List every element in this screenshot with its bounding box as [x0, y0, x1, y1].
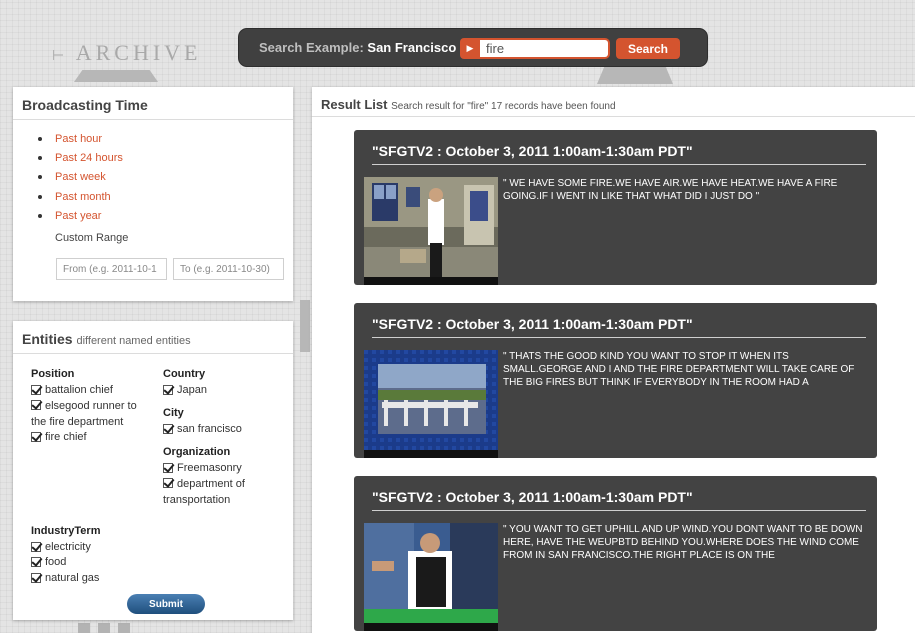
entities-subtitle: different named entities — [76, 335, 191, 347]
submit-button[interactable]: Submit — [127, 594, 205, 614]
date-range-row — [56, 258, 284, 280]
checkbox-checked-icon[interactable] — [31, 541, 41, 552]
checkbox-checked-icon[interactable] — [163, 478, 173, 488]
entity-checkbox-item[interactable]: Japan — [163, 383, 283, 399]
result-snippet: " YOU WANT TO GET UPHILL AND UP WIND.YOU… — [503, 524, 863, 561]
bullet-icon — [38, 194, 42, 199]
entities-title: Entities different named entities — [13, 321, 293, 354]
entity-category-label: Country — [163, 368, 206, 380]
result-title[interactable]: "SFGTV2 : October 3, 2011 1:00am-1:30am … — [372, 316, 866, 338]
time-option-past-24-hours[interactable]: Past 24 hours — [38, 148, 293, 167]
entity-checkbox-item[interactable]: elsegood runner to the fire department — [31, 398, 146, 430]
result-snippet: " THATS THE GOOD KIND YOU WANT TO STOP I… — [503, 351, 855, 388]
entity-group-position: Position battalion chief elsegood runner… — [31, 367, 146, 446]
from-date-input[interactable] — [56, 258, 167, 280]
background-archive-logo: ⊢ ARCHIVE — [52, 40, 202, 65]
entity-checkbox-item[interactable]: department of transportation — [163, 476, 283, 508]
time-option-past-month[interactable]: Past month — [38, 187, 293, 206]
background-roof-shape — [74, 70, 158, 82]
result-card[interactable]: "SFGTV2 : October 3, 2011 1:00am-1:30am … — [354, 303, 877, 458]
play-arrow-icon: ▶ — [460, 38, 480, 59]
bullet-icon — [38, 136, 42, 141]
video-thumbnail[interactable] — [364, 177, 498, 285]
time-option-past-hour[interactable]: Past hour — [38, 129, 293, 148]
entities-panel: Entities different named entities Positi… — [13, 321, 293, 620]
video-thumbnail[interactable] — [364, 523, 498, 631]
bullet-icon — [38, 214, 42, 219]
time-option-past-week[interactable]: Past week — [38, 168, 293, 187]
entity-checkbox-item[interactable]: battalion chief — [31, 383, 146, 399]
checkbox-checked-icon[interactable] — [163, 423, 173, 434]
custom-range-label: Custom Range — [55, 231, 129, 244]
checkbox-checked-icon[interactable] — [31, 400, 41, 410]
result-snippet: " WE HAVE SOME FIRE.WE HAVE AIR.WE HAVE … — [503, 178, 838, 202]
search-input[interactable] — [480, 38, 610, 59]
entity-category-label: Position — [31, 368, 75, 380]
bullet-icon — [38, 175, 42, 180]
entity-checkbox-item[interactable]: food — [31, 555, 161, 571]
entity-group-industry: IndustryTerm electricity food natural ga… — [31, 524, 161, 586]
entity-checkbox-item[interactable]: electricity — [31, 540, 161, 556]
time-option-past-year[interactable]: Past year — [38, 207, 293, 226]
results-summary: Search result for "fire" 17 records have… — [391, 101, 616, 112]
search-button[interactable]: Search — [616, 38, 680, 59]
result-card[interactable]: "SFGTV2 : October 3, 2011 1:00am-1:30am … — [354, 476, 877, 631]
search-example: Search Example: San Francisco — [259, 40, 457, 55]
search-bar: Search Example: San Francisco ▶ Search — [238, 28, 708, 67]
checkbox-checked-icon[interactable] — [31, 572, 41, 583]
broadcasting-time-panel: Broadcasting Time Past hour Past 24 hour… — [13, 87, 293, 301]
checkbox-checked-icon[interactable] — [31, 432, 41, 442]
background-pillars — [78, 623, 134, 633]
entity-checkbox-item[interactable]: natural gas — [31, 571, 161, 587]
video-thumbnail[interactable] — [364, 350, 498, 458]
background-roof-shape-right — [597, 66, 673, 84]
checkbox-checked-icon[interactable] — [163, 462, 173, 473]
result-title[interactable]: "SFGTV2 : October 3, 2011 1:00am-1:30am … — [372, 489, 866, 511]
entity-category-label: IndustryTerm — [31, 525, 101, 537]
background-column — [300, 300, 310, 352]
broadcasting-time-title: Broadcasting Time — [13, 87, 293, 120]
checkbox-checked-icon[interactable] — [31, 557, 41, 567]
entity-checkbox-item[interactable]: san francisco — [163, 422, 283, 438]
results-panel: Result List Search result for "fire" 17 … — [312, 87, 915, 633]
time-filter-list: Past hour Past 24 hours Past week Past m… — [13, 120, 293, 226]
result-title[interactable]: "SFGTV2 : October 3, 2011 1:00am-1:30am … — [372, 143, 866, 165]
bullet-icon — [38, 156, 42, 161]
entity-checkbox-item[interactable]: Freemasonry — [163, 461, 283, 477]
entity-checkbox-item[interactable]: fire chief — [31, 430, 146, 446]
result-card[interactable]: "SFGTV2 : October 3, 2011 1:00am-1:30am … — [354, 130, 877, 285]
checkbox-checked-icon[interactable] — [163, 384, 173, 395]
entity-category-label: Organization — [163, 446, 231, 458]
results-title: Result List Search result for "fire" 17 … — [312, 87, 915, 117]
checkbox-checked-icon[interactable] — [31, 384, 41, 395]
search-example-value[interactable]: San Francisco — [367, 40, 456, 55]
entity-group-right: Country Japan City san francisco Organiz… — [163, 367, 283, 508]
to-date-input[interactable] — [173, 258, 284, 280]
entity-category-label: City — [163, 407, 184, 419]
